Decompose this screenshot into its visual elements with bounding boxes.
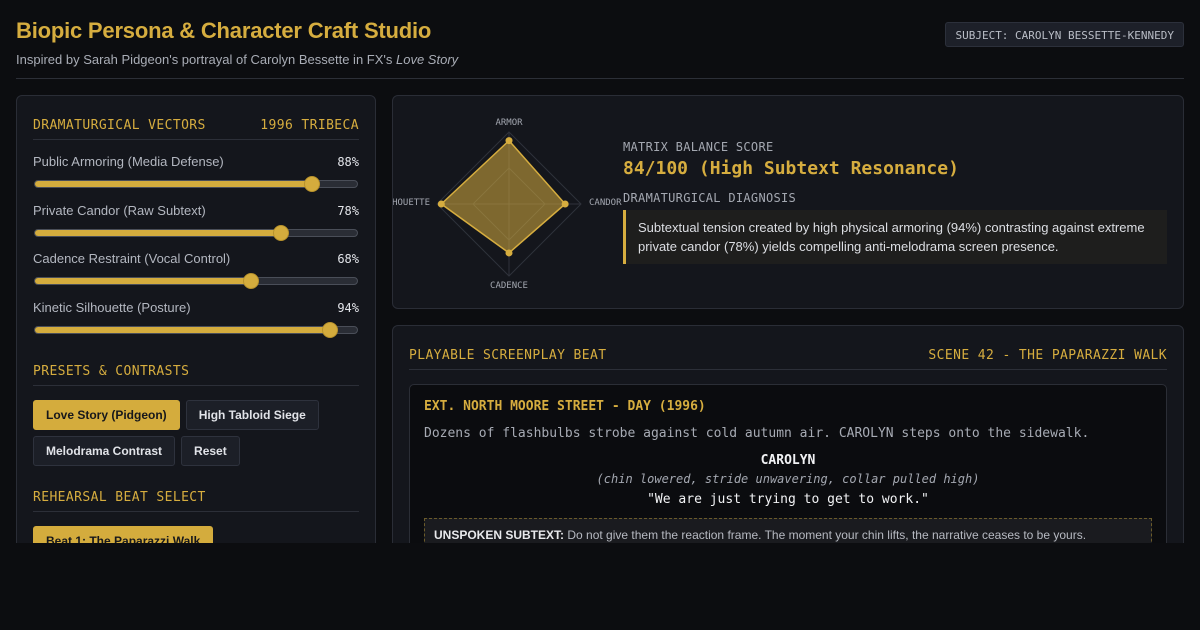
- slider-fill: [35, 278, 251, 284]
- character-name: CAROLYN: [760, 453, 816, 468]
- subtext-text: Do not give them the reaction frame. The…: [564, 528, 1087, 542]
- slugline: EXT. NORTH MOORE STREET - DAY (1996): [424, 399, 706, 414]
- slider-label: Private Candor (Raw Subtext): [33, 202, 206, 218]
- slider-armoring: Public Armoring (Media Defense) 88%: [33, 154, 359, 203]
- radar-axis-label-candor: CANDOR: [589, 198, 622, 208]
- slider-track[interactable]: [34, 321, 358, 338]
- slider-label: Cadence Restraint (Vocal Control): [33, 251, 231, 266]
- presets-heading: PRESETS & CONTRASTS: [33, 364, 190, 379]
- diagnosis-text: Subtextual tension created by high physi…: [623, 210, 1167, 264]
- radar-point-cadence: [505, 249, 513, 257]
- slider-cadence: Cadence Restraint (Vocal Control) 68%: [33, 251, 359, 300]
- diagnosis-label: DRAMATURGICAL DIAGNOSIS: [623, 191, 797, 205]
- matrix-panel: ARMOR CANDOR CADENCE SILHOUETTE MATRIX B…: [392, 95, 1184, 309]
- rehearsal-heading: REHEARSAL BEAT SELECT: [33, 490, 206, 505]
- slider-value: 88%: [337, 155, 359, 169]
- slider-value: 68%: [337, 252, 359, 266]
- slider-label: Kinetic Silhouette (Posture): [33, 299, 191, 315]
- preset-melodrama-button[interactable]: Melodrama Contrast: [33, 436, 176, 466]
- slider-thumb[interactable]: [273, 224, 290, 241]
- content-viewport[interactable]: DRAMATURGICAL VECTORS 1996 TRIBECA Publi…: [0, 0, 1200, 543]
- action-line: Dozens of flashbulbs strobe against cold…: [424, 426, 1090, 441]
- subtext-label: UNSPOKEN SUBTEXT:: [434, 528, 565, 542]
- slider-thumb[interactable]: [242, 273, 259, 289]
- slider-track[interactable]: [34, 273, 358, 289]
- slider-track[interactable]: [34, 176, 358, 192]
- slider-fill: [35, 229, 282, 236]
- reset-button[interactable]: Reset: [181, 436, 240, 466]
- screenplay-heading: PLAYABLE SCREENPLAY BEAT: [409, 348, 607, 363]
- era-label: 1996 TRIBECA: [260, 118, 359, 133]
- slider-list: Public Armoring (Media Defense) 88% Priv…: [33, 154, 359, 348]
- beat-buttons: Beat 1: The Paparazzi Walk: [33, 526, 359, 543]
- vectors-header: DRAMATURGICAL VECTORS 1996 TRIBECA: [33, 112, 359, 140]
- beat-1-button[interactable]: Beat 1: The Paparazzi Walk: [33, 526, 214, 543]
- score-value: 84/100 (High Subtext Resonance): [623, 158, 959, 179]
- screenplay-panel: PLAYABLE SCREENPLAY BEAT SCENE 42 - THE …: [392, 325, 1184, 543]
- preset-tabloid-siege-button[interactable]: High Tabloid Siege: [185, 400, 319, 430]
- preset-love-story-button[interactable]: Love Story (Pidgeon): [33, 400, 180, 430]
- vectors-panel: DRAMATURGICAL VECTORS 1996 TRIBECA Publi…: [16, 95, 376, 543]
- slider-fill: [35, 326, 330, 333]
- score-block: MATRIX BALANCE SCORE 84/100 (High Subtex…: [623, 140, 1167, 264]
- slider-label: Public Armoring (Media Defense): [33, 154, 224, 169]
- subtext-box: UNSPOKEN SUBTEXT: Do not give them the r…: [424, 518, 1152, 543]
- slider-track[interactable]: [34, 224, 358, 241]
- slider-thumb[interactable]: [303, 176, 320, 192]
- parenthetical: (chin lowered, stride unwavering, collar…: [596, 472, 980, 486]
- rehearsal-header: REHEARSAL BEAT SELECT: [33, 484, 359, 512]
- radar-axis-label-cadence: CADENCE: [490, 281, 528, 291]
- slider-value: 78%: [337, 203, 359, 218]
- radar-chart: ARMOR CANDOR CADENCE SILHOUETTE: [393, 118, 622, 291]
- slider-thumb[interactable]: [321, 321, 338, 338]
- slider-silhouette: Kinetic Silhouette (Posture) 94%: [33, 300, 359, 349]
- slider-fill: [35, 181, 312, 187]
- script-card: EXT. NORTH MOORE STREET - DAY (1996) Doz…: [409, 384, 1167, 543]
- score-label: MATRIX BALANCE SCORE: [623, 140, 774, 154]
- radar-point-candor: [561, 200, 569, 208]
- radar-axis-label-silhouette: SILHOUETTE: [393, 198, 430, 208]
- radar-point-silhouette: [437, 200, 445, 208]
- screenplay-header: PLAYABLE SCREENPLAY BEAT SCENE 42 - THE …: [409, 342, 1167, 370]
- presets-header: PRESETS & CONTRASTS: [33, 358, 359, 386]
- vectors-heading: DRAMATURGICAL VECTORS: [33, 118, 206, 133]
- dialogue-line: "We are just trying to get to work.": [647, 492, 929, 507]
- slider-value: 94%: [337, 300, 359, 315]
- radar-point-armor: [505, 137, 513, 145]
- radar-axis-label-armor: ARMOR: [495, 118, 523, 128]
- radar-value-polygon: [440, 139, 567, 254]
- scene-label: SCENE 42 - THE PAPARAZZI WALK: [928, 348, 1167, 363]
- slider-candor: Private Candor (Raw Subtext) 78%: [33, 203, 359, 252]
- preset-buttons: Love Story (Pidgeon) High Tabloid Siege …: [33, 400, 359, 466]
